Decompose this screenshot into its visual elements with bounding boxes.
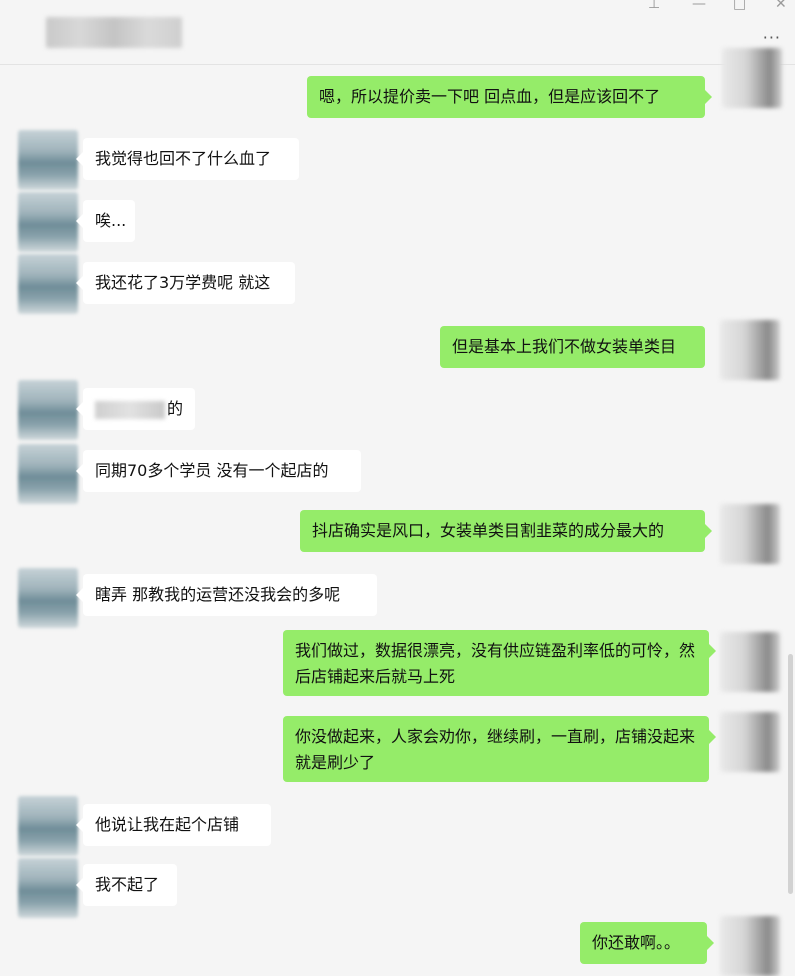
avatar[interactable]: [720, 632, 780, 692]
message-bubble-outgoing[interactable]: 你还敢啊。。: [580, 922, 714, 964]
contact-name-redacted: [46, 17, 182, 48]
message-bubble-incoming[interactable]: 的: [76, 388, 195, 430]
message-text: 但是基本上我们不做女装单类目: [452, 337, 677, 356]
avatar[interactable]: [18, 858, 78, 918]
title-bar: ⊥ — □ ✕ ···: [0, 0, 795, 65]
close-icon[interactable]: ✕: [775, 0, 787, 14]
avatar[interactable]: [720, 320, 780, 380]
message-bubble-incoming[interactable]: 我不起了: [76, 864, 177, 906]
pin-icon[interactable]: ⊥: [648, 0, 660, 14]
message-text: 我觉得也回不了什么血了: [95, 149, 272, 168]
message-bubble-incoming[interactable]: 我觉得也回不了什么血了: [76, 138, 299, 180]
scrollbar[interactable]: [788, 654, 793, 894]
message-text: 你没做起来，人家会劝你，继续刷，一直刷，店铺没起来就是刷少了: [295, 727, 696, 772]
redacted-text: [95, 400, 165, 419]
message-text: 你还敢啊。。: [592, 933, 681, 952]
avatar[interactable]: [18, 444, 78, 504]
message-text: 抖店确实是风口，女装单类目割韭菜的成分最大的: [312, 521, 665, 540]
avatar[interactable]: [18, 254, 78, 314]
message-bubble-outgoing[interactable]: 但是基本上我们不做女装单类目: [440, 326, 705, 368]
message-bubble-outgoing[interactable]: 我们做过，数据很漂亮，没有供应链盈利率低的可怜，然后店铺起来后就马上死: [283, 630, 716, 696]
message-text: 的: [167, 399, 184, 418]
avatar[interactable]: [18, 796, 78, 856]
message-bubble-outgoing[interactable]: 抖店确实是风口，女装单类目割韭菜的成分最大的: [300, 510, 712, 552]
message-bubble-incoming[interactable]: 瞎弄 那教我的运营还没我会的多呢: [76, 574, 377, 616]
message-text: 我们做过，数据很漂亮，没有供应链盈利率低的可怜，然后店铺起来后就马上死: [295, 641, 696, 686]
message-text: 瞎弄 那教我的运营还没我会的多呢: [95, 585, 341, 604]
message-text: 我不起了: [95, 875, 160, 894]
message-bubble-incoming[interactable]: 唉...: [76, 200, 135, 242]
avatar[interactable]: [18, 130, 78, 190]
message-bubble-outgoing[interactable]: 嗯，所以提价卖一下吧 回点血，但是应该回不了: [307, 76, 712, 118]
message-text: 嗯，所以提价卖一下吧 回点血，但是应该回不了: [319, 87, 661, 106]
chat-area: 嗯，所以提价卖一下吧 回点血，但是应该回不了 我觉得也回不了什么血了 唉... …: [0, 48, 795, 976]
message-bubble-outgoing[interactable]: 你没做起来，人家会劝你，继续刷，一直刷，店铺没起来就是刷少了: [283, 716, 716, 782]
minimize-icon[interactable]: —: [692, 0, 706, 14]
avatar[interactable]: [720, 504, 780, 564]
avatar[interactable]: [722, 48, 782, 108]
message-text: 唉...: [95, 211, 127, 230]
message-text: 同期70多个学员 没有一个起店的: [95, 461, 329, 480]
more-options-icon[interactable]: ···: [763, 28, 781, 47]
avatar[interactable]: [720, 712, 780, 772]
maximize-icon[interactable]: □: [733, 0, 746, 14]
message-bubble-incoming[interactable]: 我还花了3万学费呢 就这: [76, 262, 295, 304]
message-bubble-incoming[interactable]: 同期70多个学员 没有一个起店的: [76, 450, 361, 492]
avatar[interactable]: [18, 380, 78, 440]
message-bubble-incoming[interactable]: 他说让我在起个店铺: [76, 804, 271, 846]
avatar[interactable]: [720, 916, 780, 976]
avatar[interactable]: [18, 192, 78, 252]
message-text: 我还花了3万学费呢 就这: [95, 273, 271, 292]
message-text: 他说让我在起个店铺: [95, 815, 240, 834]
avatar[interactable]: [18, 568, 78, 628]
